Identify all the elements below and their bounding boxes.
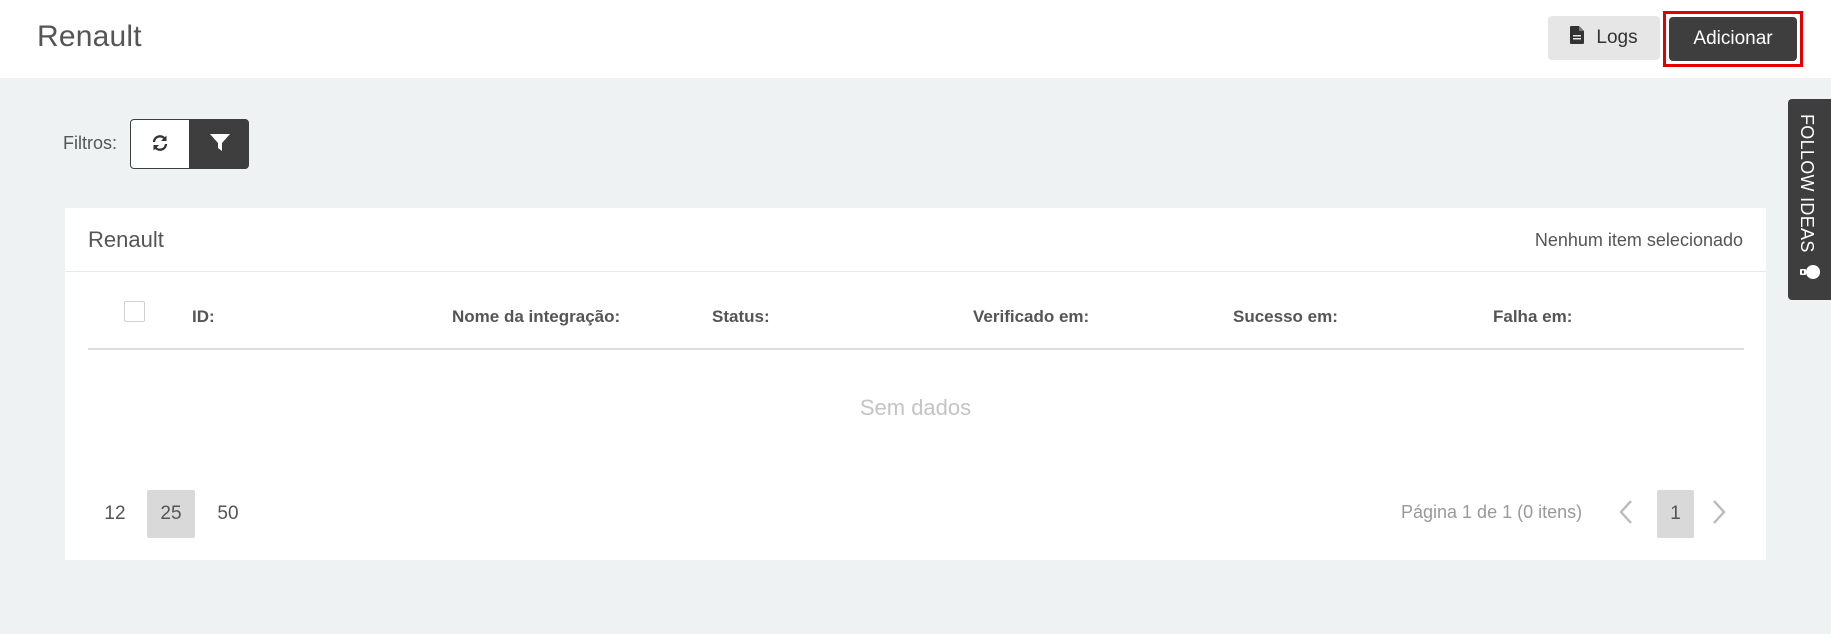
- filters-label: Filtros:: [63, 133, 117, 153]
- column-header-success-at[interactable]: Sucesso em:: [1233, 307, 1338, 327]
- column-header-status[interactable]: Status:: [712, 307, 770, 327]
- add-button[interactable]: Adicionar: [1669, 17, 1797, 61]
- follow-ideas-tab[interactable]: FOLLOW IDEAS: [1788, 99, 1831, 300]
- top-bar: Renault Logs Adicionar: [0, 0, 1831, 78]
- card-header: Renault Nenhum item selecionado: [65, 208, 1766, 272]
- empty-state: Sem dados: [859, 395, 972, 420]
- document-icon: [1570, 26, 1585, 50]
- card-title: Renault: [88, 227, 164, 252]
- column-header-integration-name[interactable]: Nome da integração:: [452, 307, 620, 327]
- table-header: ID: Nome da integração: Status: Verifica…: [88, 301, 1744, 350]
- filter-button-group: [130, 119, 249, 169]
- select-all-checkbox[interactable]: [124, 301, 145, 322]
- refresh-button[interactable]: [130, 119, 190, 169]
- page-size-option[interactable]: 12: [91, 490, 139, 538]
- column-header-failure-at[interactable]: Falha em:: [1493, 307, 1572, 327]
- selection-status: Nenhum item selecionado: [1534, 230, 1743, 250]
- integrations-card: Renault Nenhum item selecionado ID: Nome…: [65, 208, 1766, 560]
- logs-button[interactable]: Logs: [1548, 16, 1660, 60]
- add-button-highlight: Adicionar: [1663, 11, 1803, 67]
- current-page-button[interactable]: 1: [1657, 490, 1694, 538]
- page-title: Renault: [37, 20, 142, 53]
- filter-icon: [209, 133, 230, 155]
- page-size-option[interactable]: 50: [204, 490, 252, 538]
- follow-ideas-label: FOLLOW IDEAS: [1797, 114, 1817, 253]
- column-header-verified-at[interactable]: Verificado em:: [973, 307, 1089, 327]
- column-header-id[interactable]: ID:: [192, 307, 215, 327]
- page-size-option-selected[interactable]: 25: [147, 490, 195, 538]
- lightbulb-icon: [1799, 263, 1821, 286]
- paging-info: Página 1 de 1 (0 itens): [1401, 502, 1583, 522]
- refresh-icon: [151, 134, 169, 155]
- chevron-left-icon: [1619, 499, 1633, 530]
- chevron-right-icon: [1712, 499, 1726, 530]
- filter-button[interactable]: [190, 119, 249, 169]
- next-page-button[interactable]: [1705, 498, 1733, 530]
- previous-page-button[interactable]: [1612, 498, 1640, 530]
- logs-button-label: Logs: [1596, 27, 1638, 48]
